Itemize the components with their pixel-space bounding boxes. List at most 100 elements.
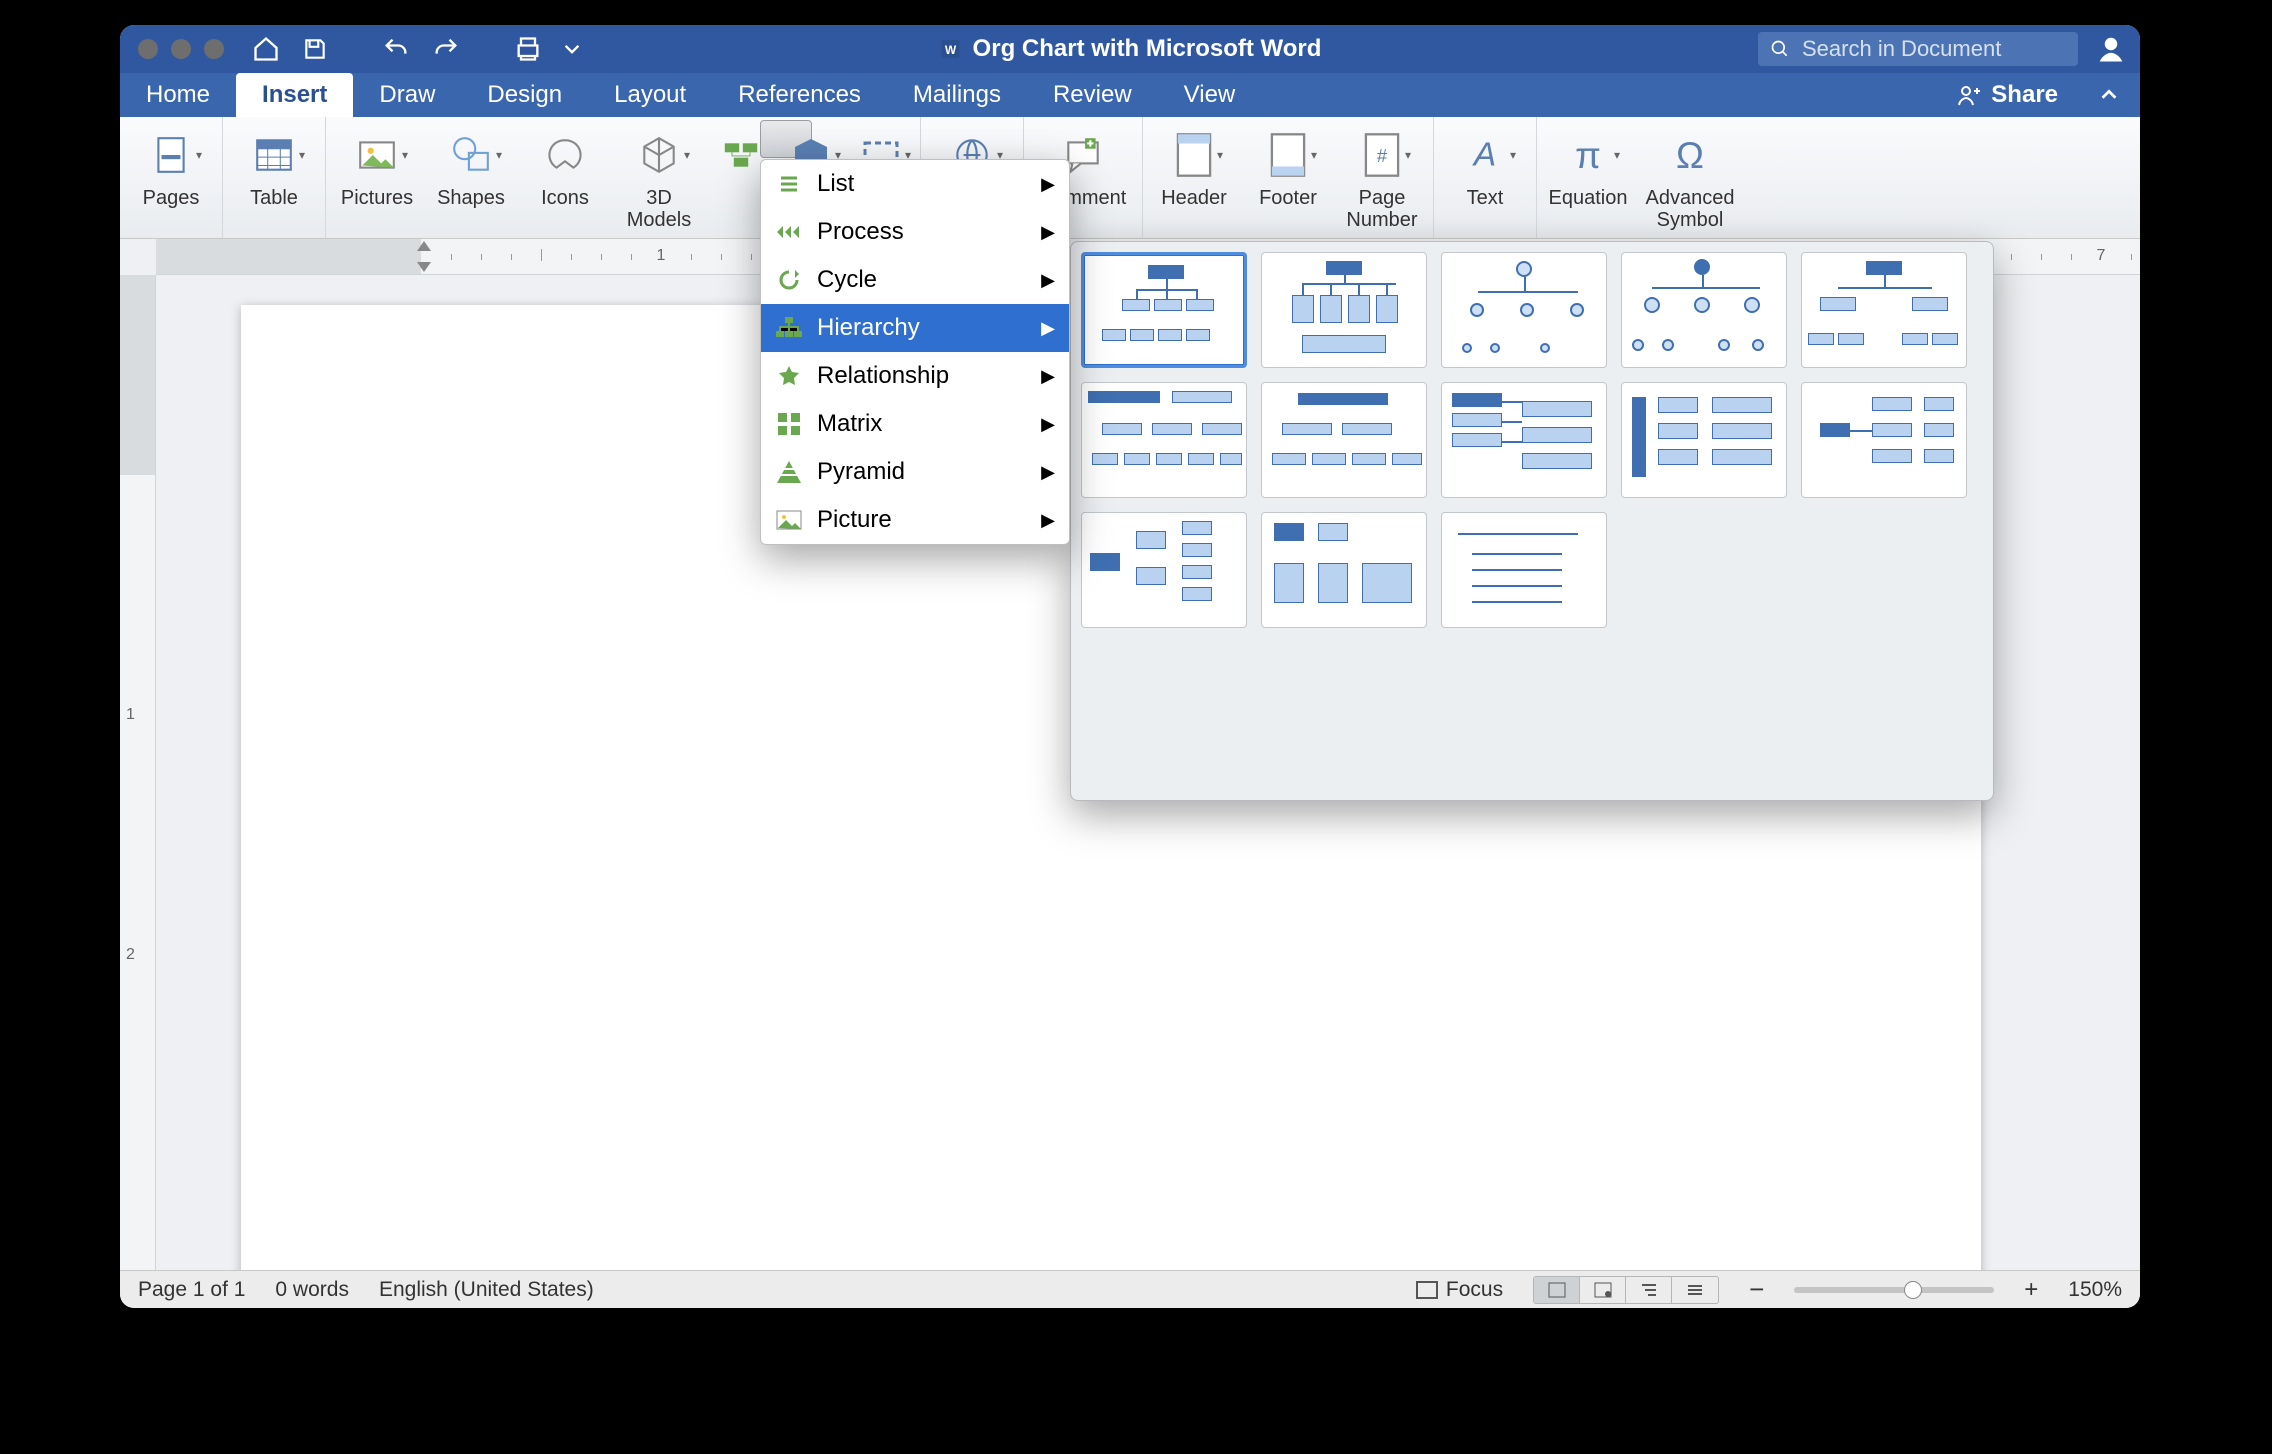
title-bar: W Org Chart with Microsoft Word [120, 25, 2140, 73]
smartart-thumb-half-circle-org[interactable] [1621, 252, 1787, 368]
pictures-button[interactable]: ▾ Pictures [330, 123, 424, 209]
smartart-thumb-labeled-hierarchy[interactable] [1261, 382, 1427, 498]
smartart-thumb-hierarchy[interactable] [1081, 382, 1247, 498]
status-word-count[interactable]: 0 words [275, 1278, 349, 1302]
tab-view[interactable]: View [1158, 73, 1262, 117]
pictures-label: Pictures [341, 187, 413, 209]
zoom-window-icon[interactable] [204, 39, 224, 59]
smartart-thumb-horizontal-org[interactable] [1621, 382, 1787, 498]
smartart-category-picture[interactable]: Picture▶ [761, 496, 1069, 544]
smartart-category-hierarchy[interactable]: Hierarchy▶ [761, 304, 1069, 352]
first-line-indent-marker[interactable] [417, 241, 431, 251]
focus-mode-button[interactable]: Focus [1416, 1278, 1503, 1302]
tab-layout[interactable]: Layout [588, 73, 712, 117]
vertical-ruler[interactable]: 12 [120, 275, 156, 1272]
smartart-thumb-name-title-org[interactable] [1441, 252, 1607, 368]
minimize-window-icon[interactable] [171, 39, 191, 59]
zoom-percent[interactable]: 150% [2068, 1278, 2122, 1302]
footer-button[interactable]: ▾ Footer [1241, 123, 1335, 209]
save-icon[interactable] [302, 36, 328, 62]
outline-icon [1639, 1281, 1659, 1299]
redo-icon[interactable] [432, 35, 460, 63]
header-button[interactable]: ▾ Header [1147, 123, 1241, 209]
qat-customize-icon[interactable] [564, 41, 580, 57]
ruler-tick: 7 [2097, 247, 2106, 265]
tab-references[interactable]: References [712, 73, 887, 117]
smartart-category-cycle[interactable]: Cycle▶ [761, 256, 1069, 304]
view-outline[interactable] [1626, 1277, 1672, 1303]
icons-button[interactable]: Icons [518, 123, 612, 209]
view-web-layout[interactable] [1580, 1277, 1626, 1303]
matrix-icon [775, 410, 803, 438]
tab-review[interactable]: Review [1027, 73, 1158, 117]
smartart-category-process[interactable]: Process▶ [761, 208, 1069, 256]
word-file-icon: W [939, 37, 963, 61]
icons-icon [544, 134, 586, 176]
document-title-text: Org Chart with Microsoft Word [973, 35, 1322, 63]
svg-text:#: # [1377, 145, 1388, 166]
pages-button[interactable]: ▾ Pages [124, 123, 218, 209]
ribbon: ▾ Pages ▾ Table ▾ Pictures ▾ Shapes Icon… [120, 117, 2140, 239]
status-page[interactable]: Page 1 of 1 [138, 1278, 245, 1302]
ruler-tick: 1 [657, 247, 666, 265]
hanging-indent-marker[interactable] [417, 262, 431, 272]
tab-draw[interactable]: Draw [353, 73, 461, 117]
advanced-symbol-button[interactable]: Ω Advanced Symbol [1635, 123, 1745, 231]
home-icon[interactable] [252, 35, 280, 63]
account-icon[interactable] [2096, 34, 2126, 64]
footer-label: Footer [1259, 187, 1317, 209]
print-layout-icon [1547, 1281, 1567, 1299]
smartart-thumb-org-chart[interactable] [1081, 252, 1247, 368]
smartart-thumb-horizontal-hierarchy[interactable] [1081, 512, 1247, 628]
smartart-category-relationship[interactable]: Relationship▶ [761, 352, 1069, 400]
smartart-thumb-circle-picture-hierarchy[interactable] [1801, 252, 1967, 368]
icons-label: Icons [541, 187, 589, 209]
picture-category-icon [775, 506, 803, 534]
window-controls [120, 39, 242, 59]
share-button[interactable]: Share [1937, 73, 2078, 117]
tab-insert[interactable]: Insert [236, 73, 353, 117]
undo-icon[interactable] [382, 35, 410, 63]
table-label: Table [250, 187, 298, 209]
equation-button[interactable]: π▾ Equation [1541, 123, 1635, 209]
smartart-thumb-horizontal-multi-level[interactable] [1801, 382, 1967, 498]
chevron-up-icon [2098, 84, 2120, 106]
search-input[interactable] [1800, 35, 2060, 63]
zoom-in-button[interactable]: + [2024, 1276, 2038, 1304]
text-button[interactable]: A▾ Text [1438, 123, 1532, 209]
smartart-thumb-lined-list[interactable] [1441, 512, 1607, 628]
header-label: Header [1161, 187, 1227, 209]
pyramid-icon [775, 458, 803, 486]
tab-home[interactable]: Home [120, 73, 236, 117]
header-icon [1175, 132, 1213, 178]
table-button[interactable]: ▾ Table [227, 123, 321, 209]
page-number-button[interactable]: #▾ Page Number [1335, 123, 1429, 231]
focus-icon [1416, 1281, 1438, 1299]
search-box[interactable] [1758, 32, 2078, 66]
print-icon[interactable] [514, 35, 542, 63]
shapes-button[interactable]: ▾ Shapes [424, 123, 518, 209]
zoom-slider-knob[interactable] [1904, 1281, 1922, 1299]
close-window-icon[interactable] [138, 39, 158, 59]
collapse-ribbon-button[interactable] [2078, 73, 2140, 117]
view-print-layout[interactable] [1534, 1277, 1580, 1303]
tab-mailings[interactable]: Mailings [887, 73, 1027, 117]
relationship-icon [775, 362, 803, 390]
equation-label: Equation [1549, 187, 1628, 209]
smartart-thumb-table-hierarchy[interactable] [1441, 382, 1607, 498]
view-draft[interactable] [1672, 1277, 1718, 1303]
smartart-thumb-horizontal-labeled[interactable] [1261, 512, 1427, 628]
text-icon: A [1464, 134, 1506, 176]
status-language[interactable]: English (United States) [379, 1278, 594, 1302]
models3d-button[interactable]: ▾ 3D Models [612, 123, 706, 231]
draft-icon [1685, 1281, 1705, 1299]
zoom-slider[interactable] [1794, 1287, 1994, 1293]
page-number-label: Page Number [1346, 187, 1417, 231]
zoom-out-button[interactable]: − [1749, 1274, 1764, 1305]
smartart-category-list[interactable]: List▶ [761, 160, 1069, 208]
smartart-category-matrix[interactable]: Matrix▶ [761, 400, 1069, 448]
tab-design[interactable]: Design [461, 73, 588, 117]
smartart-category-pyramid[interactable]: Pyramid▶ [761, 448, 1069, 496]
smartart-thumb-picture-org-chart[interactable] [1261, 252, 1427, 368]
models3d-label: 3D Models [627, 187, 691, 231]
